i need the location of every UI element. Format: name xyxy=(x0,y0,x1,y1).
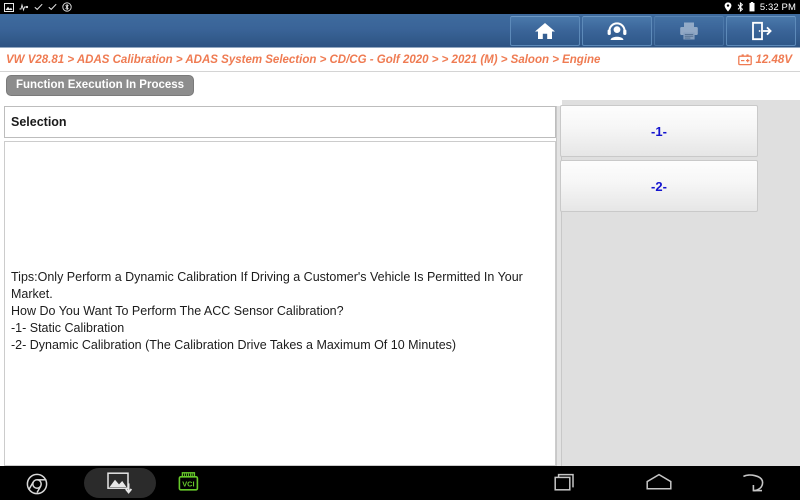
svg-text:VCI: VCI xyxy=(182,479,194,488)
option-button-1[interactable]: -1- xyxy=(560,105,758,157)
home-button[interactable] xyxy=(510,16,580,46)
option-panel: -1- -2- xyxy=(560,100,800,466)
check-icon xyxy=(48,3,57,11)
message-line: -1- Static Calibration xyxy=(11,321,125,335)
chrome-button[interactable] xyxy=(26,473,48,500)
support-button[interactable] xyxy=(582,16,652,46)
home-icon xyxy=(535,23,555,39)
message-line: How Do You Want To Perform The ACC Senso… xyxy=(11,304,344,318)
breadcrumb-bar: VW V28.81 > ADAS Calibration > ADAS Syst… xyxy=(0,48,800,72)
bottom-nav-left-group: VCI xyxy=(0,466,260,500)
back-icon[interactable] xyxy=(740,472,766,494)
screenshot-capture-icon xyxy=(107,472,133,494)
app-screen: 5:32 PM VW V28.81 > ADAS Calibration > A… xyxy=(0,0,800,500)
voltage-indicator: 12.48V xyxy=(737,53,792,66)
option-button-2[interactable]: -2- xyxy=(560,160,758,212)
app-toolbar xyxy=(0,14,800,48)
message-line: Tips:Only Perform a Dynamic Calibration … xyxy=(11,270,523,284)
selection-message-box: Tips:Only Perform a Dynamic Calibration … xyxy=(4,141,556,466)
screenshot-button[interactable] xyxy=(84,468,156,498)
status-badge: Function Execution In Process xyxy=(6,75,195,96)
bottom-navigation-bar: VCI xyxy=(0,466,800,500)
check-icon xyxy=(34,3,43,11)
voltage-value: 12.48V xyxy=(755,53,792,66)
selection-panel: Selection Tips:Only Perform a Dynamic Ca… xyxy=(4,106,556,466)
bluetooth-circle-icon xyxy=(62,2,72,12)
usb-pulse-icon xyxy=(19,2,29,11)
status-bar-clock: 5:32 PM xyxy=(759,1,796,13)
option-button-2-label: -2- xyxy=(651,178,667,194)
selection-header-label: Selection xyxy=(11,115,67,129)
recents-icon[interactable] xyxy=(554,472,578,494)
screenshot-icon xyxy=(4,2,14,12)
android-status-bar: 5:32 PM xyxy=(0,0,800,14)
exit-icon xyxy=(752,21,772,41)
battery-icon xyxy=(749,2,755,12)
selection-column-header: Selection xyxy=(4,106,556,138)
status-badge-row: Function Execution In Process xyxy=(0,72,800,100)
selection-message-lines: Tips:Only Perform a Dynamic Calibration … xyxy=(11,269,549,354)
breadcrumb[interactable]: VW V28.81 > ADAS Calibration > ADAS Syst… xyxy=(6,54,738,66)
chrome-icon xyxy=(26,473,48,495)
message-line: Market. xyxy=(11,287,53,301)
home-icon[interactable] xyxy=(645,472,673,494)
status-bar-left-icons xyxy=(4,2,724,12)
exit-button[interactable] xyxy=(726,16,796,46)
message-line: -2- Dynamic Calibration (The Calibration… xyxy=(11,338,457,352)
toolbar-button-group xyxy=(510,16,796,46)
status-bar-right-icons: 5:32 PM xyxy=(724,2,796,13)
vci-icon: VCI xyxy=(178,472,199,491)
location-pin-icon xyxy=(724,2,732,12)
option-button-1-label: -1- xyxy=(651,123,667,139)
bluetooth-icon xyxy=(737,2,744,12)
vci-status-button[interactable]: VCI xyxy=(178,472,204,499)
printer-icon xyxy=(680,22,698,40)
battery-icon xyxy=(737,53,752,65)
headset-icon xyxy=(607,22,627,40)
print-button[interactable] xyxy=(654,16,724,46)
bottom-nav-system-group xyxy=(520,466,800,500)
